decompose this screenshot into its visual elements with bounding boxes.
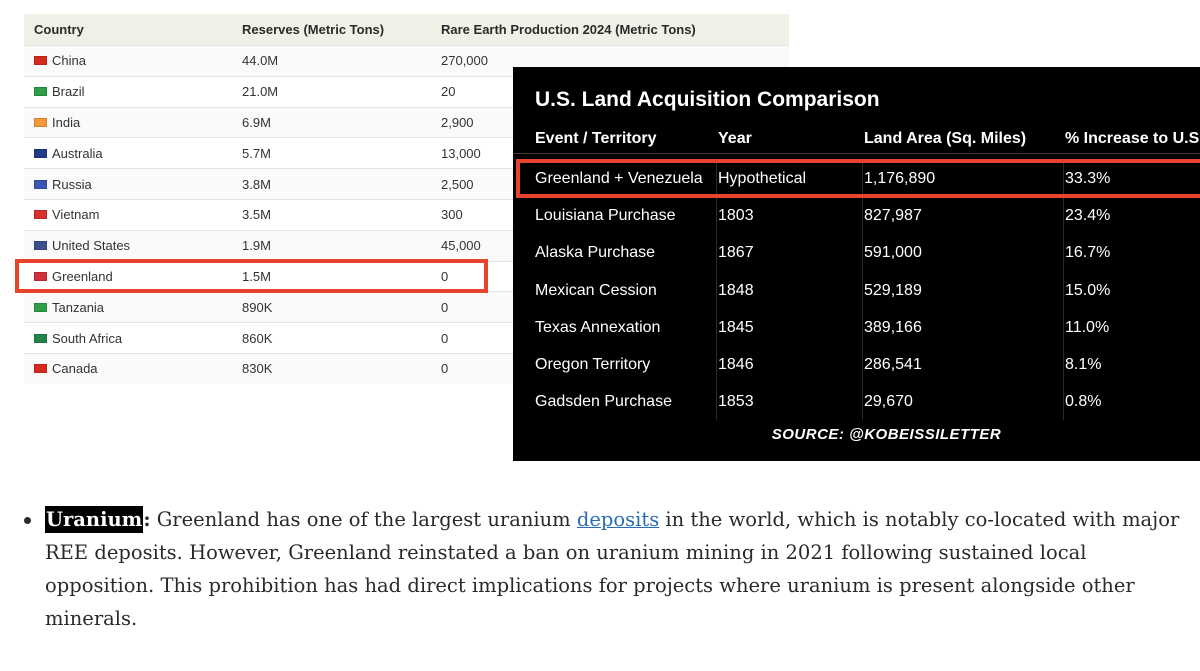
header-area: Land Area (Sq. Miles) bbox=[864, 130, 1027, 147]
land-table-title: U.S. Land Acquisition Comparison bbox=[535, 88, 880, 111]
flag-icon bbox=[34, 333, 47, 343]
term-colon: : bbox=[143, 508, 151, 531]
increase-cell: 0.8% bbox=[1065, 393, 1102, 411]
header-event: Event / Territory bbox=[535, 130, 657, 147]
country-name: South Africa bbox=[52, 330, 123, 346]
reserves-cell: 6.9M bbox=[242, 114, 271, 130]
year-cell: 1848 bbox=[718, 281, 754, 299]
land-acquisition-table: U.S. Land Acquisition Comparison Event /… bbox=[513, 67, 1200, 461]
rare-earth-table-header: Country Reserves (Metric Tons) Rare Eart… bbox=[24, 14, 789, 45]
land-table-body: Greenland + Venezuela Hypothetical 1,176,8… bbox=[513, 160, 1200, 421]
increase-cell: 15.0% bbox=[1065, 281, 1111, 299]
area-cell: 29,670 bbox=[864, 393, 913, 411]
uranium-bullet: Uranium: Greenland has one of the larges… bbox=[20, 503, 1185, 635]
country-cell: United States bbox=[24, 238, 242, 253]
event-cell: Louisiana Purchase bbox=[535, 206, 676, 224]
country-name: Vietnam bbox=[52, 207, 100, 223]
country-cell: Canada bbox=[24, 361, 242, 376]
reserves-cell: 21.0M bbox=[242, 84, 279, 100]
header-reserves: Reserves (Metric Tons) bbox=[242, 22, 385, 37]
table-row: Gadsden Purchase 1853 29,670 0.8% bbox=[513, 384, 1200, 421]
table-row: Louisiana Purchase 1803 827,987 23.4% bbox=[513, 197, 1200, 234]
event-cell: Mexican Cession bbox=[535, 281, 657, 299]
reserves-cell: 3.5M bbox=[242, 207, 271, 223]
year-cell: 1803 bbox=[718, 206, 754, 224]
flag-icon bbox=[34, 302, 47, 312]
area-cell: 827,987 bbox=[864, 206, 922, 224]
table-row: Oregon Territory 1846 286,541 8.1% bbox=[513, 346, 1200, 383]
bullet-dot bbox=[24, 517, 31, 524]
event-cell: Gadsden Purchase bbox=[535, 393, 672, 411]
country-name: Australia bbox=[52, 145, 103, 161]
deposits-link[interactable]: deposits bbox=[577, 508, 659, 531]
increase-cell: 11.0% bbox=[1065, 318, 1110, 336]
country-name: India bbox=[52, 114, 81, 130]
header-increase: % Increase to U.S bbox=[1065, 130, 1200, 147]
reserves-cell: 5.7M bbox=[242, 145, 271, 161]
country-name: China bbox=[52, 53, 86, 69]
event-cell: Oregon Territory bbox=[535, 356, 651, 374]
country-cell: India bbox=[24, 115, 242, 130]
table-row: Mexican Cession 1848 529,189 15.0% bbox=[513, 272, 1200, 309]
flag-icon bbox=[34, 179, 47, 189]
reserves-cell: 830K bbox=[242, 361, 273, 377]
reserves-cell: 44.0M bbox=[242, 53, 279, 69]
header-country: Country bbox=[34, 22, 84, 37]
country-name: Russia bbox=[52, 176, 92, 192]
increase-cell: 8.1% bbox=[1065, 356, 1102, 374]
uranium-term: Uranium bbox=[45, 506, 144, 533]
area-cell: 286,541 bbox=[864, 356, 922, 374]
country-name: Canada bbox=[52, 361, 98, 377]
increase-cell: 16.7% bbox=[1065, 244, 1111, 262]
event-cell: Texas Annexation bbox=[535, 318, 661, 336]
event-cell: Alaska Purchase bbox=[535, 244, 656, 262]
country-cell: China bbox=[24, 53, 242, 68]
country-cell: Vietnam bbox=[24, 207, 242, 222]
flag-icon bbox=[34, 364, 47, 374]
source-credit: SOURCE: @KOBEISSILETTER bbox=[771, 426, 1002, 443]
year-cell: 1845 bbox=[718, 318, 754, 336]
country-name: United States bbox=[52, 238, 131, 254]
country-cell: Australia bbox=[24, 146, 242, 161]
hypothetical-highlight-box bbox=[516, 159, 1200, 198]
flag-icon bbox=[34, 210, 47, 220]
table-row: Texas Annexation 1845 389,166 11.0% bbox=[513, 309, 1200, 346]
reserves-cell: 1.9M bbox=[242, 238, 271, 254]
land-table-header: Event / Territory Year Land Area (Sq. Mi… bbox=[513, 125, 1200, 154]
country-name: Brazil bbox=[52, 84, 85, 100]
reserves-cell: 3.8M bbox=[242, 176, 271, 192]
country-cell: Brazil bbox=[24, 84, 242, 99]
country-cell: Tanzania bbox=[24, 300, 242, 315]
flag-icon bbox=[34, 148, 47, 158]
year-cell: 1846 bbox=[718, 356, 754, 374]
year-cell: 1867 bbox=[718, 244, 754, 262]
country-cell: Russia bbox=[24, 177, 242, 192]
text-before-link: Greenland has one of the largest uranium bbox=[150, 508, 577, 531]
area-cell: 389,166 bbox=[864, 318, 922, 336]
flag-icon bbox=[34, 56, 47, 66]
increase-cell: 23.4% bbox=[1065, 206, 1111, 224]
bullet-text: Uranium: Greenland has one of the larges… bbox=[45, 503, 1185, 635]
area-cell: 591,000 bbox=[864, 244, 922, 262]
country-cell: South Africa bbox=[24, 331, 242, 346]
reserves-cell: 890K bbox=[242, 299, 273, 315]
table-row: Alaska Purchase 1867 591,000 16.7% bbox=[513, 235, 1200, 272]
header-year: Year bbox=[718, 130, 752, 147]
flag-icon bbox=[34, 117, 47, 127]
flag-icon bbox=[34, 87, 47, 97]
header-production: Rare Earth Production 2024 (Metric Tons) bbox=[441, 22, 696, 37]
reserves-cell: 860K bbox=[242, 330, 273, 346]
greenland-highlight-box bbox=[15, 259, 488, 293]
year-cell: 1853 bbox=[718, 393, 754, 411]
area-cell: 529,189 bbox=[864, 281, 922, 299]
flag-icon bbox=[34, 241, 47, 251]
country-name: Tanzania bbox=[52, 299, 105, 315]
